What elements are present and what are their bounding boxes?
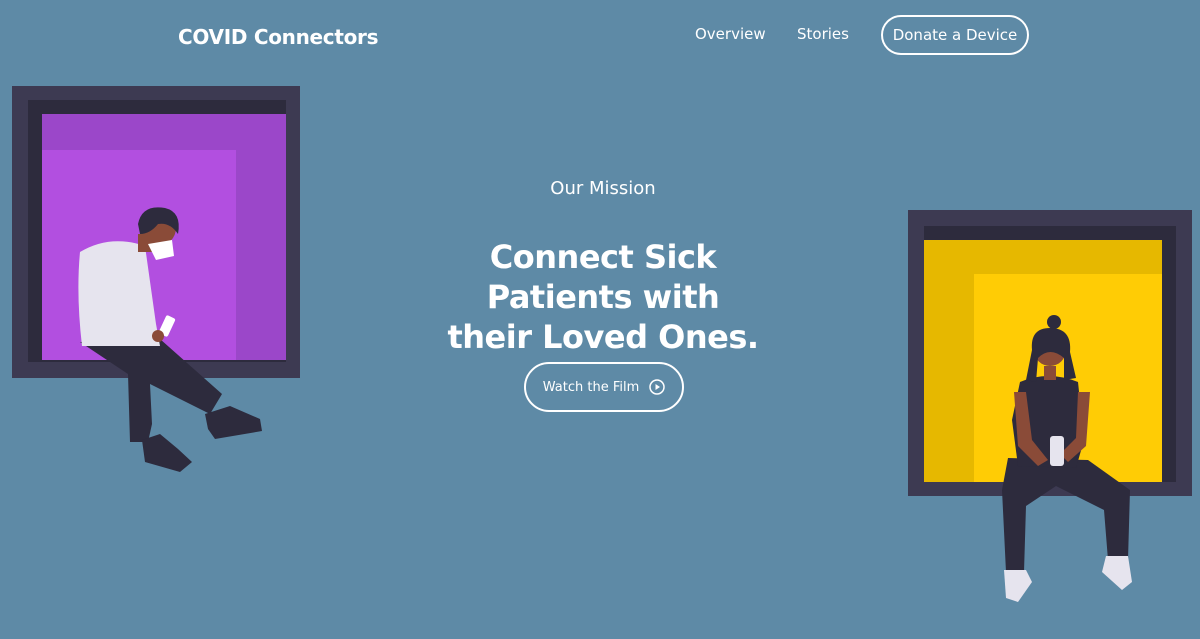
nav-stories-link[interactable]: Stories xyxy=(797,25,849,43)
headline-line-3: their Loved Ones. xyxy=(447,318,759,356)
watch-film-button[interactable]: Watch the Film xyxy=(524,362,684,412)
nav-overview-link[interactable]: Overview xyxy=(695,25,766,43)
hero-headline: Connect Sick Patients with their Loved O… xyxy=(400,237,806,357)
woman-window-illustration xyxy=(908,210,1192,602)
main-nav: Overview Stories Donate a Device xyxy=(0,15,1200,55)
headline-line-1: Connect Sick xyxy=(489,238,717,276)
watch-film-label: Watch the Film xyxy=(542,379,640,395)
play-circle-icon xyxy=(649,379,665,395)
hero-section: Our Mission Connect Sick Patients with t… xyxy=(400,178,806,357)
donate-device-button[interactable]: Donate a Device xyxy=(881,15,1029,55)
mission-eyebrow: Our Mission xyxy=(550,178,656,199)
man-window-illustration xyxy=(12,86,300,472)
headline-line-2: Patients with xyxy=(486,278,720,316)
